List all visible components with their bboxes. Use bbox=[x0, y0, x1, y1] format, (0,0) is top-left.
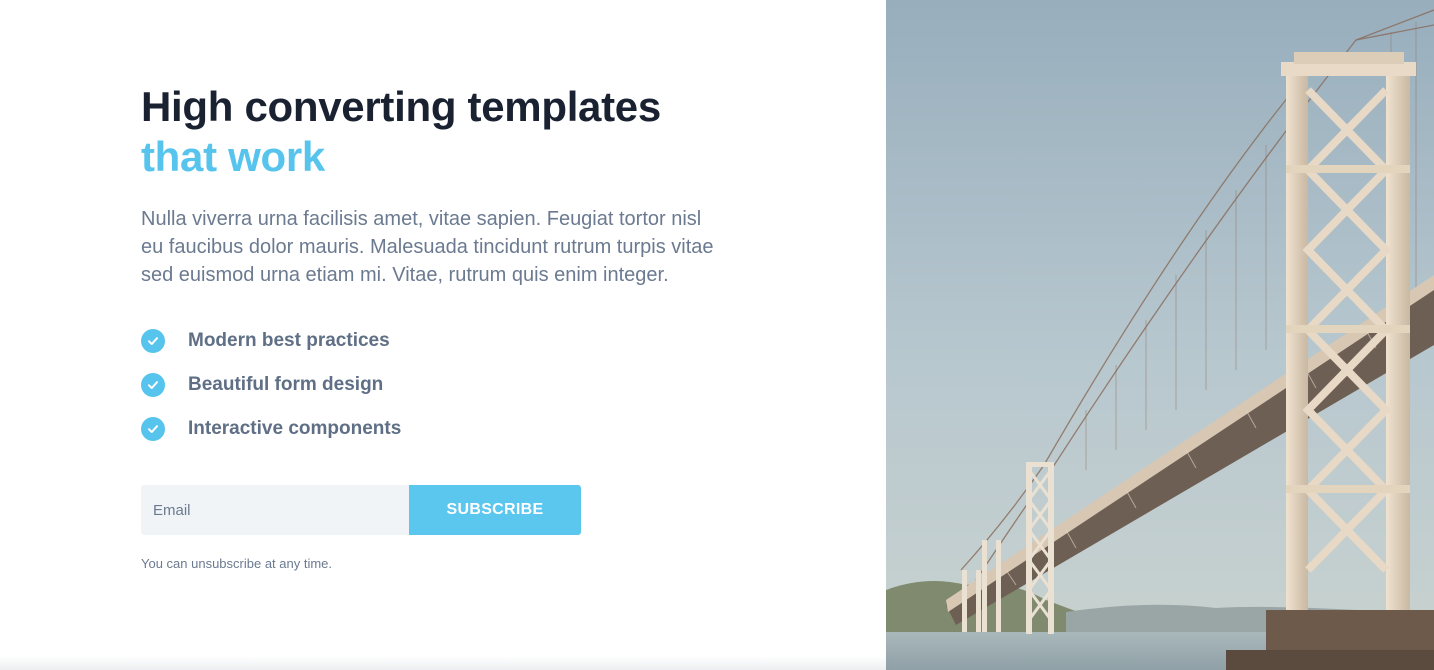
feature-item: Beautiful form design bbox=[141, 363, 731, 407]
feature-label: Interactive components bbox=[188, 418, 402, 439]
hero-title: High converting templates that work bbox=[141, 82, 731, 182]
hero-title-line1: High converting templates bbox=[141, 83, 661, 130]
feature-item: Modern best practices bbox=[141, 319, 731, 363]
check-circle-icon bbox=[141, 417, 165, 441]
email-input[interactable] bbox=[141, 485, 409, 535]
bottom-divider-shadow bbox=[0, 656, 886, 670]
hero-title-accent: that work bbox=[141, 133, 325, 180]
hero-content: High converting templates that work Null… bbox=[141, 82, 731, 571]
hero-image bbox=[886, 0, 1434, 670]
feature-label: Modern best practices bbox=[188, 330, 390, 351]
subscribe-form: SUBSCRIBE bbox=[141, 485, 731, 535]
check-circle-icon bbox=[141, 373, 165, 397]
feature-list: Modern best practices Beautiful form des… bbox=[141, 319, 731, 451]
feature-label: Beautiful form design bbox=[188, 374, 384, 395]
bridge-photo bbox=[886, 0, 1434, 670]
unsubscribe-note: You can unsubscribe at any time. bbox=[141, 556, 333, 571]
check-circle-icon bbox=[141, 329, 165, 353]
hero-text-panel: High converting templates that work Null… bbox=[0, 0, 886, 670]
hero-description: Nulla viverra urna facilisis amet, vitae… bbox=[141, 208, 714, 286]
subscribe-button[interactable]: SUBSCRIBE bbox=[409, 485, 581, 535]
feature-item: Interactive components bbox=[141, 407, 731, 451]
